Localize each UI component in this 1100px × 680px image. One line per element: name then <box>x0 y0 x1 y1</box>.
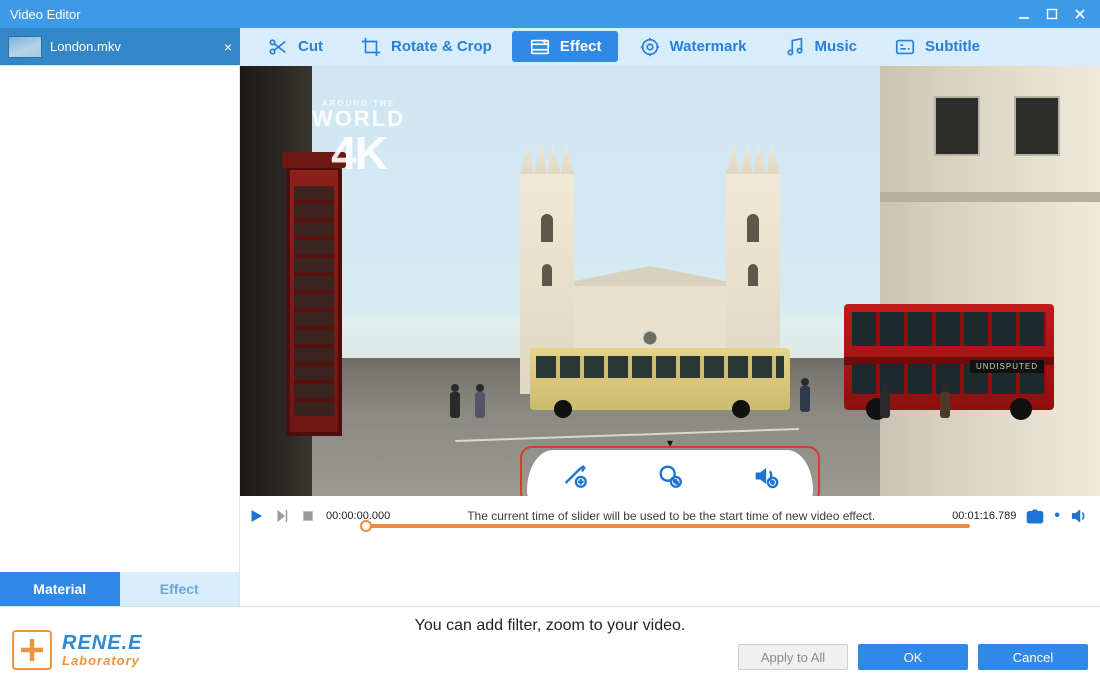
file-name: London.mkv <box>50 39 121 54</box>
close-button[interactable] <box>1066 0 1094 28</box>
video-preview[interactable]: UNDISPUTED AROUND THE WORLD 4K ▾ <box>240 66 1100 496</box>
step-button[interactable] <box>272 506 292 526</box>
separator-icon: • <box>1052 507 1062 525</box>
time-duration: 00:01:16.789 <box>952 510 1016 522</box>
file-close-icon[interactable]: × <box>224 39 232 55</box>
stop-button[interactable] <box>298 506 318 526</box>
tool-music[interactable]: Music <box>767 31 874 62</box>
footer: You can add filter, zoom to your video. … <box>0 606 1100 680</box>
sidebar-tab-effect[interactable]: Effect <box>120 572 240 606</box>
timeline-track[interactable] <box>366 524 970 528</box>
maximize-button[interactable] <box>1038 0 1066 28</box>
add-volume-button[interactable] <box>746 457 784 495</box>
timeline-hint: The current time of slider will be used … <box>398 509 944 523</box>
cancel-button[interactable]: Cancel <box>978 644 1088 670</box>
add-filter-button[interactable] <box>556 457 594 495</box>
sidebar-tabs: Material Effect <box>0 572 239 606</box>
tool-rotate-crop[interactable]: Rotate & Crop <box>343 31 508 62</box>
brand-line2: Laboratory <box>62 653 142 668</box>
main-area: Material Effect <box>0 66 1100 606</box>
tool-cut-label: Cut <box>298 38 323 55</box>
footer-message: You can add filter, zoom to your video. <box>0 617 1100 635</box>
play-button[interactable] <box>246 506 266 526</box>
tool-music-label: Music <box>815 38 858 55</box>
music-note-icon <box>783 35 807 59</box>
titlebar: Video Editor <box>0 0 1100 28</box>
tool-watermark-label: Watermark <box>670 38 747 55</box>
time-current: 00:00:00.000 <box>326 510 390 522</box>
snapshot-button[interactable] <box>1024 505 1046 527</box>
sidebar-tab-material[interactable]: Material <box>0 572 120 606</box>
scissors-icon <box>266 35 290 59</box>
playback-controls <box>246 506 318 526</box>
toolbar: Cut Rotate & Crop Effect Watermark Music <box>240 28 1100 65</box>
watermark-line1: AROUND THE <box>312 100 405 108</box>
top-row: London.mkv × Cut Rotate & Crop Effect W <box>0 28 1100 66</box>
video-canvas: UNDISPUTED AROUND THE WORLD 4K ▾ <box>240 66 1100 496</box>
brand-logo-icon <box>12 630 52 670</box>
effect-tray <box>527 450 813 496</box>
watermark-line3: 4K <box>312 130 405 176</box>
bus-ad-text: UNDISPUTED <box>970 360 1044 373</box>
video-watermark: AROUND THE WORLD 4K <box>312 100 405 176</box>
open-file-tab[interactable]: London.mkv × <box>0 28 240 65</box>
volume-button[interactable] <box>1068 505 1090 527</box>
window-title: Video Editor <box>10 7 81 22</box>
ok-label: OK <box>904 650 923 665</box>
timeline-bar: 00:00:00.000 The current time of slider … <box>240 496 1100 536</box>
add-zoom-button[interactable] <box>651 457 689 495</box>
tool-subtitle-label: Subtitle <box>925 38 980 55</box>
cancel-label: Cancel <box>1013 650 1053 665</box>
sidebar-content <box>0 66 239 572</box>
subtitle-icon <box>893 35 917 59</box>
watermark-icon <box>638 35 662 59</box>
sidebar-tab-material-label: Material <box>33 581 86 597</box>
timeline-knob[interactable] <box>360 520 372 532</box>
tool-effect[interactable]: Effect <box>512 31 618 62</box>
crop-icon <box>359 35 383 59</box>
brand: RENE.E Laboratory <box>12 630 142 670</box>
tool-rotate-label: Rotate & Crop <box>391 38 492 55</box>
file-thumbnail <box>8 36 42 58</box>
tool-watermark[interactable]: Watermark <box>622 31 763 62</box>
apply-to-all-label: Apply to All <box>761 650 825 665</box>
tool-cut[interactable]: Cut <box>250 31 339 62</box>
sidebar-tab-effect-label: Effect <box>160 581 199 597</box>
preview-column: UNDISPUTED AROUND THE WORLD 4K ▾ <box>240 66 1100 606</box>
apply-to-all-button[interactable]: Apply to All <box>738 644 848 670</box>
tray-collapse-icon[interactable]: ▾ <box>667 436 673 450</box>
brand-line1: RENE.E <box>62 632 142 655</box>
minimize-button[interactable] <box>1010 0 1038 28</box>
tool-effect-label: Effect <box>560 38 602 55</box>
ok-button[interactable]: OK <box>858 644 968 670</box>
tool-subtitle[interactable]: Subtitle <box>877 31 996 62</box>
sidebar: Material Effect <box>0 66 240 606</box>
filmstrip-sparkle-icon <box>528 35 552 59</box>
